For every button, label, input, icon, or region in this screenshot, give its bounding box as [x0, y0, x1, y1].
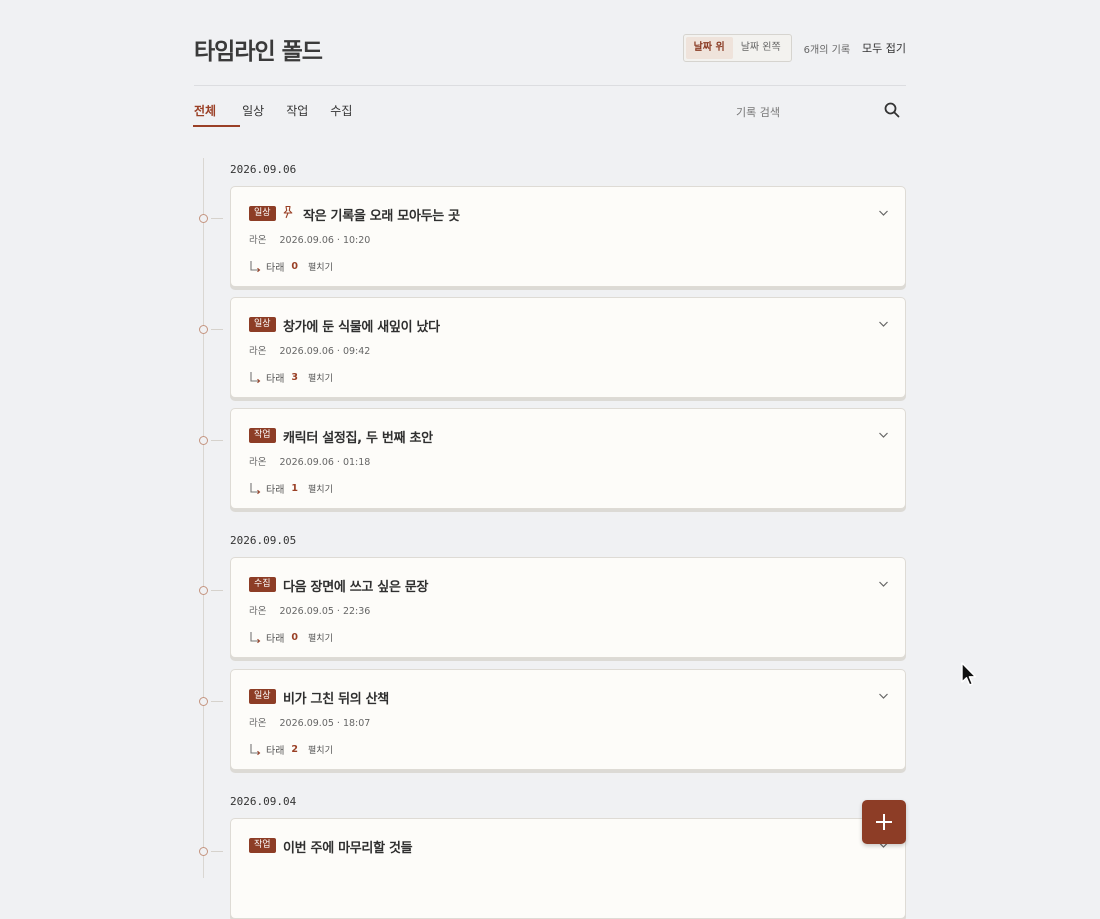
- reply-arrow-icon: [250, 483, 261, 495]
- thread-label: 타래: [266, 374, 285, 385]
- thread-label: 타래: [266, 634, 285, 645]
- timeline-node: [199, 325, 208, 334]
- layout-toggle: 날짜 위 날짜 왼쪽: [682, 34, 792, 62]
- date-heading: 2026.09.04: [230, 795, 297, 808]
- card-meta: 라온 2026.09.05 · 18:07: [249, 715, 370, 729]
- record-card[interactable]: 작업 캐릭터 설정집, 두 번째 초안 라온 2026.09.06 · 01:1…: [230, 408, 906, 509]
- pin-icon[interactable]: [281, 205, 295, 219]
- record-card[interactable]: 수집 다음 장면에 쓰고 싶은 문장 라온 2026.09.05 · 22:36…: [230, 557, 906, 658]
- reply-arrow-icon: [250, 632, 261, 644]
- author-name: 라온: [249, 346, 267, 357]
- layout-date-left-button[interactable]: 날짜 왼쪽: [733, 37, 789, 59]
- add-record-button[interactable]: [862, 800, 906, 844]
- chevron-down-icon[interactable]: [878, 431, 889, 439]
- tab-collect[interactable]: 수집: [330, 100, 352, 126]
- category-badge: 작업: [249, 428, 276, 443]
- card-title[interactable]: 이번 주에 마무리할 것들: [283, 837, 413, 856]
- thread-row: 타래 1 펼치기: [249, 481, 333, 496]
- reply-count: 1: [291, 483, 299, 494]
- category-badge: 일상: [249, 689, 276, 704]
- thread-row: 타래 0 펼치기: [249, 630, 333, 645]
- chevron-down-icon[interactable]: [878, 692, 889, 700]
- author-name: 라온: [249, 718, 267, 729]
- date-heading: 2026.09.06: [230, 163, 297, 176]
- timeline-tick: [211, 851, 223, 852]
- header-controls: 날짜 위 날짜 왼쪽 6개의 기록 모두 접기: [682, 34, 906, 62]
- record-count: 6개의 기록: [803, 44, 851, 56]
- reply-count: 3: [291, 372, 299, 383]
- filter-tabs: 전체 일상 작업 수집: [192, 100, 374, 127]
- timeline-tick: [211, 218, 223, 219]
- chevron-down-icon[interactable]: [878, 320, 889, 328]
- page-header: 타임라인 폴드 날짜 위 날짜 왼쪽 6개의 기록 모두 접기: [194, 30, 906, 86]
- layout-date-top-button[interactable]: 날짜 위: [685, 37, 733, 59]
- card-meta: 라온 2026.09.06 · 10:20: [249, 232, 370, 246]
- timeline-node: [199, 847, 208, 856]
- card-title[interactable]: 창가에 둔 식물에 새잎이 났다: [283, 316, 440, 335]
- card-title[interactable]: 캐릭터 설정집, 두 번째 초안: [283, 427, 433, 446]
- reply-count: 0: [291, 261, 299, 272]
- timeline-tick: [211, 701, 223, 702]
- card-title[interactable]: 작은 기록을 오래 모아두는 곳: [303, 205, 460, 224]
- record-card[interactable]: 일상 창가에 둔 식물에 새잎이 났다 라온 2026.09.06 · 09:4…: [230, 297, 906, 398]
- record-card[interactable]: 작업 이번 주에 마무리할 것들: [230, 818, 906, 919]
- timestamp: 2026.09.06 · 09:42: [279, 346, 371, 357]
- reply-arrow-icon: [250, 261, 261, 273]
- expand-thread-button[interactable]: 펼치기: [308, 371, 333, 384]
- tab-daily[interactable]: 일상: [242, 100, 264, 126]
- timeline-node: [199, 436, 208, 445]
- timeline-tick: [211, 440, 223, 441]
- thread-row: 타래 0 펼치기: [249, 259, 333, 274]
- thread-label: 타래: [266, 746, 285, 757]
- timeline-node: [199, 697, 208, 706]
- timeline-tick: [211, 329, 223, 330]
- category-badge: 일상: [249, 206, 276, 221]
- card-title[interactable]: 다음 장면에 쓰고 싶은 문장: [283, 576, 428, 595]
- expand-thread-button[interactable]: 펼치기: [308, 631, 333, 644]
- search-box: [736, 101, 906, 121]
- page-title: 타임라인 폴드: [194, 39, 323, 65]
- plus-icon: [876, 814, 892, 830]
- mouse-cursor-icon: [961, 662, 977, 686]
- timeline-node: [199, 586, 208, 595]
- thread-row: 타래 2 펼치기: [249, 742, 333, 757]
- chevron-down-icon[interactable]: [878, 580, 889, 588]
- chevron-down-icon[interactable]: [878, 209, 889, 217]
- search-icon[interactable]: [884, 102, 900, 118]
- timestamp: 2026.09.05 · 22:36: [279, 606, 371, 617]
- reply-arrow-icon: [250, 372, 261, 384]
- timeline-tick: [211, 590, 223, 591]
- search-input[interactable]: [736, 106, 866, 119]
- tab-work[interactable]: 작업: [286, 100, 308, 126]
- author-name: 라온: [249, 457, 267, 468]
- record-card[interactable]: 일상 비가 그친 뒤의 산책 라온 2026.09.05 · 18:07 타래 …: [230, 669, 906, 770]
- reply-count: 0: [291, 632, 299, 643]
- expand-thread-button[interactable]: 펼치기: [308, 743, 333, 756]
- author-name: 라온: [249, 235, 267, 246]
- card-meta: 라온 2026.09.06 · 09:42: [249, 343, 370, 357]
- timestamp: 2026.09.06 · 10:20: [279, 235, 371, 246]
- timestamp: 2026.09.06 · 01:18: [279, 457, 371, 468]
- record-card[interactable]: 일상 작은 기록을 오래 모아두는 곳 라온 2026.09.06 · 10:2…: [230, 186, 906, 287]
- category-badge: 수집: [249, 577, 276, 592]
- reply-arrow-icon: [250, 744, 261, 756]
- thread-label: 타래: [266, 263, 285, 274]
- reply-count: 2: [291, 744, 299, 755]
- card-meta: 라온 2026.09.06 · 01:18: [249, 454, 370, 468]
- card-title[interactable]: 비가 그친 뒤의 산책: [283, 688, 389, 707]
- tab-all[interactable]: 전체: [192, 100, 241, 127]
- category-badge: 작업: [249, 838, 276, 853]
- card-meta: 라온 2026.09.05 · 22:36: [249, 603, 370, 617]
- author-name: 라온: [249, 606, 267, 617]
- expand-thread-button[interactable]: 펼치기: [308, 260, 333, 273]
- category-badge: 일상: [249, 317, 276, 332]
- timeline-node: [199, 214, 208, 223]
- expand-thread-button[interactable]: 펼치기: [308, 482, 333, 495]
- timestamp: 2026.09.05 · 18:07: [279, 718, 371, 729]
- collapse-all-button[interactable]: 모두 접기: [862, 40, 906, 56]
- date-heading: 2026.09.05: [230, 534, 297, 547]
- thread-row: 타래 3 펼치기: [249, 370, 333, 385]
- thread-label: 타래: [266, 485, 285, 496]
- timeline-line: [203, 158, 204, 878]
